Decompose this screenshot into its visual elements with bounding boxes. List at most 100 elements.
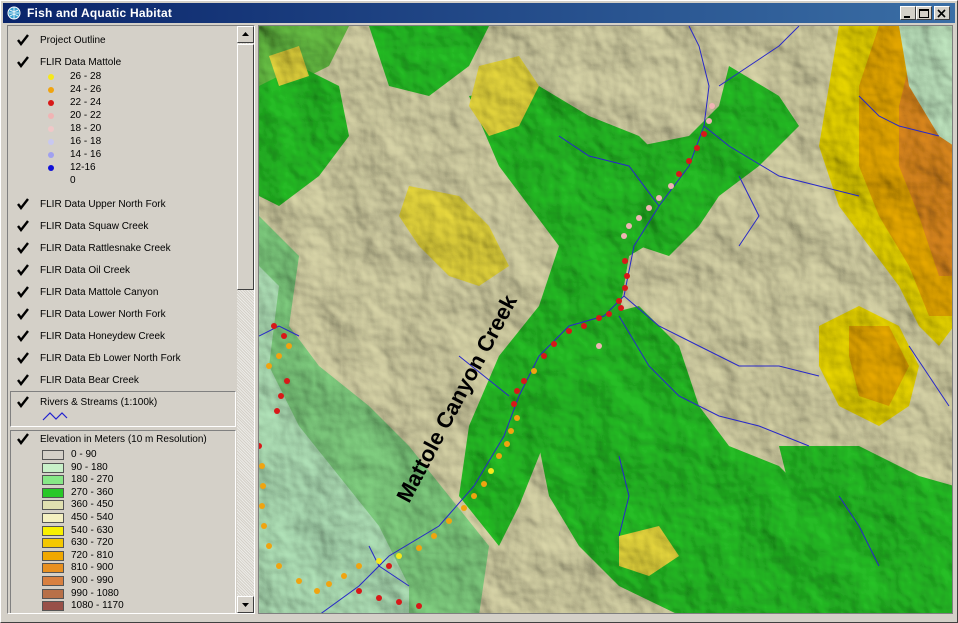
flir-point (281, 333, 287, 339)
legend-dot (48, 139, 54, 145)
flir-point (646, 205, 652, 211)
checkmark-icon[interactable] (16, 373, 30, 387)
checkmark-icon[interactable] (16, 197, 30, 211)
flir-point (416, 545, 422, 551)
flir-point (481, 481, 487, 487)
elevation-swatch (42, 475, 64, 486)
flir-point (701, 131, 707, 137)
flir-point (376, 558, 382, 564)
checkmark-icon[interactable] (16, 241, 30, 255)
scroll-down-button[interactable] (237, 596, 254, 613)
elevation-legend-label: 630 - 720 (71, 537, 114, 549)
flir-point (636, 215, 642, 221)
flir-point (514, 388, 520, 394)
flir-point (656, 195, 662, 201)
maximize-icon (919, 9, 929, 18)
toc-content: Project Outline FLIR Data Mattole 26 - 2… (8, 26, 237, 613)
checkmark-icon[interactable] (16, 307, 30, 321)
checkmark-icon[interactable] (16, 329, 30, 343)
minimize-button[interactable] (900, 6, 916, 20)
flir-point (314, 588, 320, 594)
layer-label: FLIR Data Mattole Canyon (40, 287, 159, 298)
flir-point (551, 341, 557, 347)
title-bar[interactable]: Fish and Aquatic Habitat (3, 3, 955, 23)
minimize-icon (904, 16, 910, 18)
flir-point (706, 118, 712, 124)
elevation-legend-label: 0 - 90 (71, 449, 97, 460)
elevation-legend-label: 990 - 1080 (71, 587, 119, 599)
flir-point (668, 183, 674, 189)
flir-point (396, 553, 402, 559)
flir-point (566, 328, 572, 334)
elevation-swatch (42, 576, 64, 586)
layer-label: FLIR Data Lower North Fork (40, 309, 166, 320)
legend-dot (48, 165, 54, 171)
flir-point (581, 323, 587, 329)
flir-point (622, 258, 628, 264)
elevation-map[interactable]: Mattole Canyon Creek (259, 26, 953, 614)
flir-point (259, 503, 265, 509)
legend-dot (48, 126, 54, 132)
flir-point (278, 393, 284, 399)
scroll-up-button[interactable] (237, 26, 254, 43)
elevation-legend-label: 720 - 810 (71, 549, 114, 561)
flir-point (488, 468, 494, 474)
flir-point (496, 453, 502, 459)
flir-point (286, 343, 292, 349)
flir-point (541, 353, 547, 359)
elevation-swatch (42, 525, 64, 536)
legend-dot (48, 87, 54, 93)
flir-point (504, 441, 510, 447)
flir-point (261, 523, 267, 529)
layer-label: FLIR Data Oil Creek (40, 265, 131, 276)
layer-label: FLIR Data Mattole (40, 57, 122, 68)
checkmark-icon[interactable] (16, 395, 30, 409)
checkmark-icon[interactable] (16, 219, 30, 233)
elevation-swatch (42, 513, 64, 523)
flir-point (271, 323, 277, 329)
flir-point (686, 158, 692, 164)
flir-point (508, 428, 514, 434)
flir-point (616, 298, 622, 304)
flir-point (274, 408, 280, 414)
checkmark-icon[interactable] (16, 351, 30, 365)
flir-point (341, 573, 347, 579)
layer-label: FLIR Data Bear Creek (40, 375, 139, 386)
legend-dot (48, 100, 54, 106)
flir-point (431, 533, 437, 539)
checkmark-icon[interactable] (16, 263, 30, 277)
elevation-legend-label: 180 - 270 (71, 474, 114, 486)
elevation-swatch (42, 462, 64, 473)
checkmark-icon[interactable] (16, 285, 30, 299)
app-window: Fish and Aquatic Habitat Project Outline… (0, 0, 958, 623)
elevation-swatch (42, 588, 64, 599)
flir-point (511, 401, 517, 407)
window-title: Fish and Aquatic Habitat (27, 6, 173, 20)
checkmark-icon[interactable] (16, 33, 30, 47)
flir-point (606, 311, 612, 317)
checkmark-icon[interactable] (16, 432, 30, 446)
flir-point (694, 145, 700, 151)
scroll-thumb[interactable] (237, 44, 254, 290)
flir-point (284, 378, 290, 384)
checkmark-icon[interactable] (16, 55, 30, 69)
flir-point (521, 378, 527, 384)
flir-point (276, 563, 282, 569)
close-button[interactable] (934, 6, 950, 20)
elevation-legend-label: 450 - 540 (71, 512, 114, 523)
flir-point (621, 233, 627, 239)
flir-point (626, 223, 632, 229)
flir-point (514, 415, 520, 421)
elevation-legend-label: 270 - 360 (71, 486, 114, 498)
legend-dot (48, 74, 54, 80)
elevation-legend-label: 540 - 630 (71, 524, 114, 536)
elevation-legend-label: 360 - 450 (71, 499, 114, 511)
flir-point (596, 315, 602, 321)
map-view[interactable]: Mattole Canyon Creek (258, 25, 953, 614)
arrow-up-icon (242, 32, 249, 36)
elevation-swatch (42, 550, 64, 561)
close-icon (937, 9, 946, 18)
flir-point (259, 463, 265, 469)
toc-scrollbar[interactable] (237, 26, 254, 613)
maximize-button[interactable] (916, 6, 932, 20)
